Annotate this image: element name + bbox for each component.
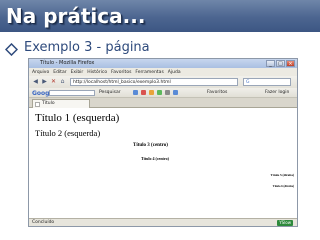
browser-navbar: ◀ ▶ ✕ ⌂ http://localhost/html_basico/exe…: [29, 76, 297, 88]
heading-6: Título 6 (direita): [272, 184, 294, 188]
page-favicon-icon: [35, 102, 40, 107]
menu-historico[interactable]: Histórico: [87, 70, 107, 75]
heading-5: Título 5 (direita): [270, 173, 294, 177]
bullet-item: Exemplo 3 - página: [4, 40, 150, 57]
heading-2: Título 2 (esquerda): [35, 128, 101, 138]
google-toolbar: Google Pesquisar Favoritos Fazer login: [29, 88, 297, 98]
maximize-button[interactable]: □: [276, 60, 285, 67]
status-badge[interactable]: YSlow: [277, 220, 293, 226]
toolbar-icon[interactable]: [149, 90, 154, 95]
toolbar-icon[interactable]: [165, 90, 170, 95]
login-button[interactable]: Fazer login: [265, 90, 289, 95]
menu-favoritos[interactable]: Favoritos: [111, 70, 131, 75]
menu-editar[interactable]: Editar: [53, 70, 66, 75]
toolbar-icon[interactable]: [133, 90, 138, 95]
firefox-icon: [31, 60, 38, 75]
window-title: Título - Mozilla Firefox: [40, 60, 95, 66]
toolbar-icon[interactable]: [173, 90, 178, 95]
heading-3: Título 3 (centro): [133, 143, 168, 148]
browser-titlebar: Título - Mozilla Firefox _ □ ×: [29, 59, 297, 75]
menu-exibir[interactable]: Exibir: [71, 70, 84, 75]
tab-bar: Título: [29, 98, 297, 108]
diamond-bullet-icon: [4, 41, 19, 57]
tab-label: Título: [42, 101, 55, 106]
tab-titulo[interactable]: Título: [32, 99, 90, 108]
toolbar-icon[interactable]: [141, 90, 146, 95]
menu-arquivo[interactable]: Arquivo: [32, 70, 49, 75]
heading-1: Título 1 (esquerda): [35, 112, 120, 124]
back-button[interactable]: ◀: [31, 78, 40, 86]
home-button[interactable]: ⌂: [58, 78, 67, 86]
status-text: Concluído: [32, 220, 55, 225]
status-bar: Concluído YSlow: [29, 218, 297, 226]
menu-ferramentas[interactable]: Ferramentas: [135, 70, 163, 75]
browser-menubar: Arquivo Editar Exibir Histórico Favorito…: [29, 68, 297, 76]
favorites-button[interactable]: Favoritos: [207, 90, 227, 95]
toolbar-icon[interactable]: [157, 90, 162, 95]
bullet-text: Exemplo 3 - página: [24, 40, 150, 55]
minimize-button[interactable]: _: [266, 60, 275, 67]
toolbar-icon-group: [133, 90, 178, 95]
slide-title: Na prática...: [6, 4, 146, 28]
page-viewport: Título 1 (esquerda) Título 2 (esquerda) …: [29, 109, 297, 218]
forward-button[interactable]: ▶: [40, 78, 49, 86]
menu-ajuda[interactable]: Ajuda: [168, 70, 181, 75]
heading-4: Título 4 (centro): [141, 156, 169, 161]
window-controls: _ □ ×: [266, 60, 295, 67]
search-engine-box[interactable]: G: [243, 78, 291, 86]
stop-button[interactable]: ✕: [49, 78, 58, 86]
google-search-input[interactable]: [49, 90, 95, 96]
close-button[interactable]: ×: [286, 60, 295, 67]
browser-screenshot: Título - Mozilla Firefox _ □ × Arquivo E…: [28, 58, 298, 227]
address-bar[interactable]: http://localhost/html_basico/exemplo3.ht…: [70, 78, 238, 86]
google-search-button[interactable]: Pesquisar: [99, 90, 121, 95]
slide-header-bar: Na prática...: [0, 0, 320, 32]
